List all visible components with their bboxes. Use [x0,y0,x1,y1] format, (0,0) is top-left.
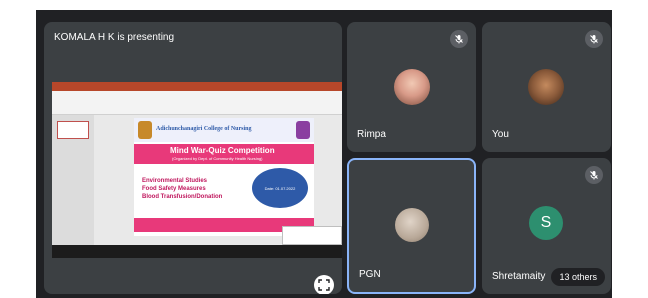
app-title-bar [52,82,342,91]
slide-date-text: Date: 01.07.2022 [264,185,296,191]
participant-name: Rimpa [357,129,386,140]
slide: Adichunchanagiri College of Nursing Mind… [134,118,314,236]
participant-tile-rimpa[interactable]: Rimpa [347,22,476,152]
college-logo [138,121,152,139]
avatar: S [529,206,563,240]
participant-tile-you[interactable]: You [482,22,611,152]
slide-topic: Food Safety Measures [142,186,206,192]
slide-thumbnails [52,115,94,245]
participant-name: Shretamaity [492,271,546,282]
slide-topic: Environmental Studies [142,178,208,184]
avatar-initial: S [540,214,552,231]
fullscreen-button[interactable] [314,275,334,294]
slide-date-badge: Date: 01.07.2022 [252,168,308,208]
mic-off-icon [585,166,603,184]
presentation-tile[interactable]: KOMALA H K is presenting Adichunchanagir… [44,22,342,294]
fullscreen-icon [318,279,330,291]
presenter-title: KOMALA H K is presenting [54,32,175,43]
avatar [394,69,430,105]
notification-popup [282,226,342,245]
mic-off-icon [450,30,468,48]
university-logo [296,121,310,139]
meet-window: KOMALA H K is presenting Adichunchanagir… [36,10,612,298]
app-ribbon [52,91,342,115]
participant-tile-pgn[interactable]: PGN [347,158,476,294]
shared-screen: Adichunchanagiri College of Nursing Mind… [52,82,342,258]
slide-thumbnail [57,121,89,139]
taskbar [52,245,342,258]
participant-tile-shretamaity[interactable]: S Shretamaity 13 others [482,158,611,294]
others-count-badge[interactable]: 13 others [551,268,605,286]
participant-name: PGN [359,269,381,280]
mic-off-icon [585,30,603,48]
slide-topic: Blood Transfusion/Donation [142,194,223,200]
avatar [395,208,429,242]
slide-organized-by: (Organized by Dept. of Community Health … [172,156,263,161]
slide-institution: Adichunchanagiri College of Nursing [156,126,252,132]
participant-name: You [492,129,509,140]
avatar [528,69,564,105]
slide-competition: Mind War-Quiz Competition [170,146,275,155]
